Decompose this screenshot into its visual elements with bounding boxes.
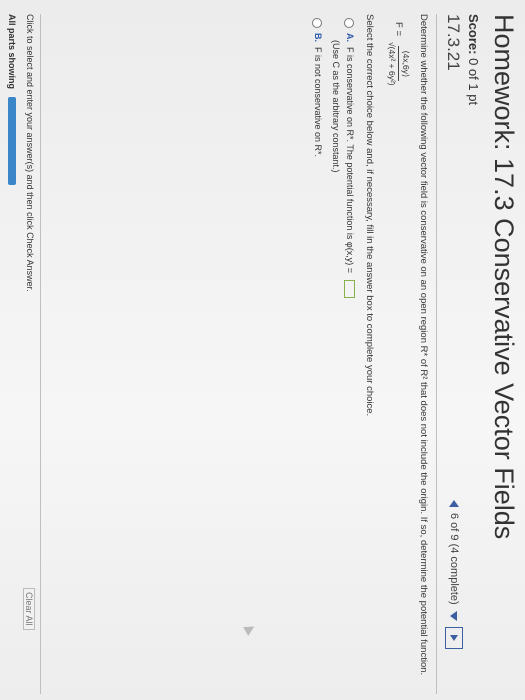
score-value: 0 of 1 pt [466,58,481,106]
option-b[interactable]: B. F is not conservative on R*. [312,18,323,157]
previous-question-icon[interactable] [449,500,459,507]
option-b-text: F is not conservative on R*. [313,47,323,158]
option-a-letter: A. [345,33,355,42]
homework-page: Homework: 17.3 Conservative Vector Field… [0,0,525,700]
problem-number: 17.3.21 [444,14,463,71]
potential-function-answer-box[interactable] [344,280,355,299]
question-progress: 6 of 9 (4 complete) [448,513,460,605]
fraction-numerator: ⟨4x,6y⟩ [398,46,411,82]
option-b-letter: B. [313,33,323,42]
mouse-cursor-icon [243,622,257,636]
fraction-denominator: √(4x² + 6y²) [387,42,397,86]
score-label: Score: [466,14,481,55]
page-title: Homework: 17.3 Conservative Vector Field… [489,14,519,540]
question-text: Determine whether the following vector f… [418,14,429,676]
parts-status: All parts showing [7,14,17,186]
f-label: F = [393,22,405,36]
next-arrow-icon [450,634,458,641]
parts-label: All parts showing [7,14,17,90]
option-a-subtext: (Use C as the arbitrary constant.) [331,40,341,173]
instructions: Select the correct choice below and, if … [364,14,375,417]
vector-field-formula: F = ⟨4x,6y⟩ √(4x² + 6y²) [387,22,411,86]
footer-instruction: Click to select and enter your answer(s)… [25,14,35,292]
question-navigation: 6 of 9 (4 complete) [445,500,463,649]
fraction: ⟨4x,6y⟩ √(4x² + 6y²) [387,42,411,86]
option-a-radio[interactable] [344,18,354,28]
question-list-dropdown-icon[interactable] [450,610,458,621]
next-question-button[interactable] [445,626,463,649]
header-divider [436,14,437,694]
option-a[interactable]: A. F is conservative on R*. The potentia… [344,18,355,299]
clear-all-button[interactable]: Clear All [23,588,35,630]
option-a-text: F is conservative on R*. The potential f… [345,47,355,274]
option-b-radio[interactable] [312,18,322,28]
score: Score: 0 of 1 pt [466,14,481,105]
footer-divider [40,14,41,694]
parts-progress-bar [8,97,16,186]
